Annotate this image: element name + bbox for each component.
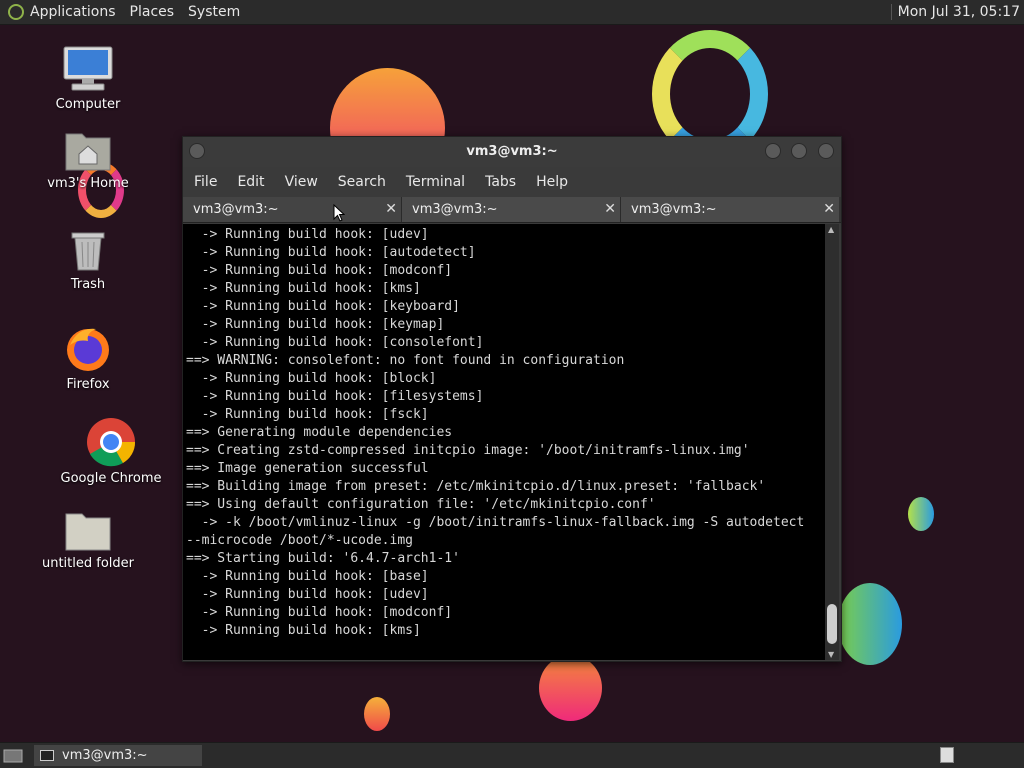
scrollbar[interactable]: ▲ ▼ [825, 224, 839, 660]
terminal-line: -> Running build hook: [filesystems] [186, 389, 484, 404]
terminal-line: ==> WARNING: consolefont: no font found … [186, 353, 625, 368]
decor-tiny-blob [364, 697, 390, 731]
desktop-icon-label: Google Chrome [60, 471, 162, 486]
desktop-icon-computer[interactable]: Computer [33, 45, 143, 112]
terminal-window[interactable]: vm3@vm3:~ File Edit View Search Terminal… [182, 136, 842, 662]
show-desktop-icon[interactable] [3, 747, 23, 763]
decor-small-blob [908, 497, 934, 531]
places-menu[interactable]: Places [130, 4, 175, 20]
close-icon[interactable] [818, 143, 834, 159]
terminal-line: ==> Starting build: '6.4.7-arch1-1' [186, 551, 460, 566]
terminal-line: ==> Creating zstd-compressed initcpio im… [186, 443, 750, 458]
distro-logo-icon[interactable] [8, 4, 24, 20]
menu-file[interactable]: File [194, 174, 217, 190]
terminal-line: -> Running build hook: [udev] [186, 587, 429, 602]
terminal-line: -> Running build hook: [autodetect] [186, 245, 476, 260]
trash-icon [71, 232, 105, 271]
mouse-cursor-icon [333, 204, 345, 222]
terminal-line: -> Running build hook: [keymap] [186, 317, 445, 332]
decor-green-blob [838, 583, 902, 665]
taskbar-item-label: vm3@vm3:~ [62, 748, 148, 763]
terminal-icon [40, 750, 54, 761]
applications-menu[interactable]: Applications [30, 4, 116, 20]
menu-terminal[interactable]: Terminal [406, 174, 465, 190]
firefox-icon [67, 328, 109, 371]
desktop-icon-label: vm3's Home [47, 176, 129, 191]
desktop-icon-chrome[interactable]: Google Chrome [56, 417, 166, 486]
terminal-output[interactable]: -> Running build hook: [udev] -> Running… [183, 224, 825, 660]
window-titlebar[interactable]: vm3@vm3:~ [183, 137, 841, 167]
terminal-line: -> Running build hook: [kms] [186, 623, 421, 638]
bottom-panel: vm3@vm3:~ [0, 742, 1024, 768]
terminal-line: -> Running build hook: [base] [186, 569, 429, 584]
tab-close-icon[interactable]: ✕ [385, 197, 397, 222]
tab-2[interactable]: vm3@vm3:~ ✕ [402, 197, 621, 222]
menu-search[interactable]: Search [338, 174, 386, 190]
terminal-line: -> Running build hook: [fsck] [186, 407, 429, 422]
terminal-line: -> Running build hook: [modconf] [186, 263, 453, 278]
tab-label: vm3@vm3:~ [631, 202, 717, 217]
window-title: vm3@vm3:~ [466, 144, 558, 159]
desktop-icon-label: untitled folder [41, 556, 134, 571]
terminal-line: -> Running build hook: [block] [186, 371, 437, 386]
chrome-icon [87, 418, 136, 467]
tab-1[interactable]: vm3@vm3:~ ✕ [183, 197, 402, 222]
workspace-switcher[interactable] [940, 747, 954, 763]
taskbar-item-terminal[interactable]: vm3@vm3:~ [34, 745, 202, 766]
terminal-line: -> Running build hook: [kms] [186, 281, 421, 296]
terminal-line: ==> Building image from preset: /etc/mki… [186, 479, 766, 494]
tab-3[interactable]: vm3@vm3:~ ✕ [621, 197, 839, 222]
terminal-line: ==> Image generation successful [186, 461, 429, 476]
terminal-line: -> -k /boot/vmlinuz-linux -g /boot/initr… [186, 515, 805, 530]
decor-bottom-blob [539, 655, 602, 721]
scroll-up-icon[interactable]: ▲ [828, 225, 834, 234]
terminal-line: -> Running build hook: [keyboard] [186, 299, 460, 314]
terminal-line: ==> Using default configuration file: '/… [186, 497, 656, 512]
terminal-line: -> Running build hook: [consolefont] [186, 335, 484, 350]
terminal-line: -> Running build hook: [udev] [186, 227, 429, 242]
desktop-icon-home[interactable]: vm3's Home [33, 128, 143, 191]
tab-label: vm3@vm3:~ [193, 202, 279, 217]
top-panel: Applications Places System Mon Jul 31, 0… [0, 0, 1024, 25]
home-folder-icon [65, 133, 111, 171]
clock[interactable]: Mon Jul 31, 05:17 [890, 4, 1020, 20]
folder-icon [65, 513, 111, 551]
desktop-icon-label: Computer [55, 97, 121, 112]
menu-tabs[interactable]: Tabs [485, 174, 516, 190]
maximize-icon[interactable] [791, 143, 807, 159]
menu-edit[interactable]: Edit [237, 174, 264, 190]
terminal-line: --microcode /boot/*-ucode.img [186, 533, 413, 548]
desktop-icon-untitled-folder[interactable]: untitled folder [33, 508, 143, 571]
terminal-line: -> Running build hook: [modconf] [186, 605, 453, 620]
terminal-line: ==> Generating module dependencies [186, 425, 453, 440]
computer-icon [63, 46, 113, 91]
desktop-icon-label: Trash [70, 277, 106, 292]
tab-bar: vm3@vm3:~ ✕ vm3@vm3:~ ✕ vm3@vm3:~ ✕ [183, 197, 841, 223]
menu-view[interactable]: View [285, 174, 318, 190]
desktop-icon-trash[interactable]: Trash [33, 227, 143, 292]
menu-help[interactable]: Help [536, 174, 568, 190]
tab-label: vm3@vm3:~ [412, 202, 498, 217]
desktop-icon-firefox[interactable]: Firefox [33, 325, 143, 392]
scrollbar-thumb[interactable] [827, 604, 837, 644]
desktop-icon-label: Firefox [66, 377, 110, 392]
tab-close-icon[interactable]: ✕ [604, 197, 616, 222]
scroll-down-icon[interactable]: ▼ [828, 650, 834, 659]
tab-close-icon[interactable]: ✕ [823, 197, 835, 222]
minimize-icon[interactable] [765, 143, 781, 159]
menubar: File Edit View Search Terminal Tabs Help [183, 167, 841, 197]
system-menu[interactable]: System [188, 4, 240, 20]
